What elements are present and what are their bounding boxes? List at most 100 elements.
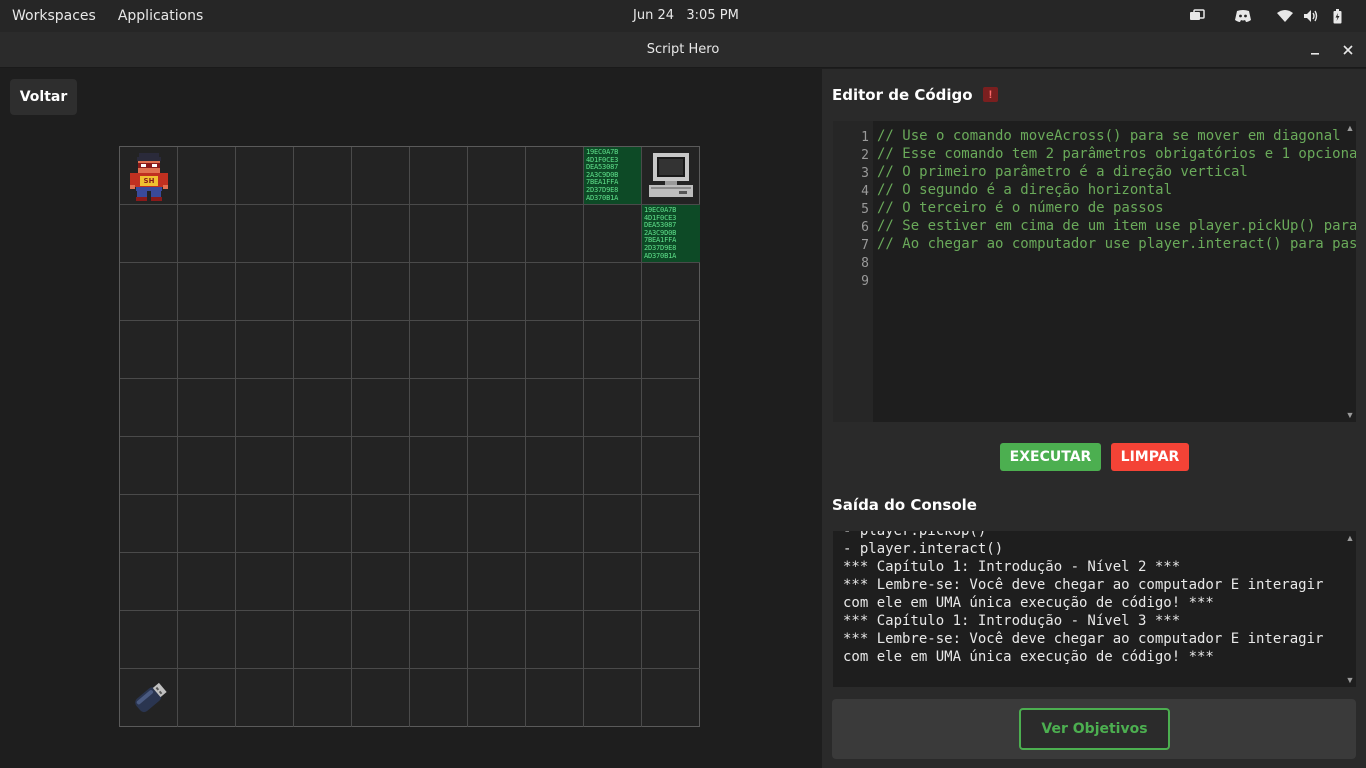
grid-cell: [526, 263, 584, 321]
grid-cell: [352, 147, 410, 205]
grid-cell: [642, 553, 700, 611]
grid-cell: [236, 437, 294, 495]
back-button[interactable]: Voltar: [10, 79, 77, 115]
wifi-icon[interactable]: [1272, 6, 1298, 26]
grid-cell: [178, 379, 236, 437]
screen-share-icon[interactable]: [1184, 6, 1210, 26]
grid-cell: [352, 205, 410, 263]
grid-cell: [178, 205, 236, 263]
line-number: 3: [861, 166, 869, 181]
grid-cell: [120, 437, 178, 495]
view-objectives-button[interactable]: Ver Objetivos: [1019, 708, 1170, 750]
grid-cell: [352, 553, 410, 611]
editor-title: Editor de Código: [832, 86, 973, 104]
grid-cell: [178, 263, 236, 321]
grid-cell: [526, 611, 584, 669]
grid-cell: [584, 321, 642, 379]
chevron-up-icon[interactable]: ▲: [1346, 123, 1355, 133]
grid-cell: [410, 205, 468, 263]
grid-cell: [294, 147, 352, 205]
editor-scrollbar[interactable]: ▲ ▼: [1344, 121, 1356, 422]
grid-cell: [236, 553, 294, 611]
grid-cell: [410, 263, 468, 321]
system-tray: [1184, 0, 1350, 32]
grid-cell: [120, 669, 178, 727]
code-line[interactable]: // Ao chegar ao computador use player.in…: [877, 235, 1356, 253]
console-line: *** Lembre-se: Você deve chegar ao compu…: [843, 631, 1332, 665]
console-line: *** Lembre-se: Você deve chegar ao compu…: [843, 577, 1332, 611]
grid-cell: [178, 495, 236, 553]
hero-icon: SH: [126, 151, 172, 203]
clock[interactable]: Jun 24 3:05 PM: [633, 8, 739, 23]
grid-cell: [584, 553, 642, 611]
grid-cell: SH: [120, 147, 178, 205]
grid-cell: [526, 495, 584, 553]
code-line[interactable]: // Use o comando moveAcross() para se mo…: [877, 127, 1356, 145]
grid-cell: [178, 437, 236, 495]
clear-button[interactable]: LIMPAR: [1111, 443, 1189, 471]
code-line[interactable]: [877, 271, 1356, 289]
line-numbers-gutter: 1 2 3 4 5 6 7 8 9: [833, 121, 873, 422]
applications-menu[interactable]: Applications: [107, 8, 215, 24]
grid-cell: [468, 437, 526, 495]
matrix-code-text: 19EC0A7B 4D1F0CE3 DEA53087 2A3C9D0B 7BEA…: [644, 207, 677, 260]
grid-cell: [642, 379, 700, 437]
line-number: 7: [861, 238, 869, 253]
chevron-up-icon[interactable]: ▲: [1346, 533, 1355, 543]
line-number: 9: [861, 274, 869, 289]
grid-cell: [294, 379, 352, 437]
grid-cell: [642, 437, 700, 495]
volume-icon[interactable]: [1298, 6, 1324, 26]
grid-cell: [642, 669, 700, 727]
close-icon[interactable]: [1338, 40, 1358, 60]
grid-cell: [410, 379, 468, 437]
console-line: - player.interact(): [843, 541, 1004, 557]
code-line[interactable]: [877, 253, 1356, 271]
grid-cell: [410, 147, 468, 205]
grid-cell: [120, 553, 178, 611]
grid-cell: [178, 669, 236, 727]
chevron-down-icon[interactable]: ▼: [1346, 675, 1355, 685]
grid-cell: [352, 669, 410, 727]
minimize-icon[interactable]: [1305, 40, 1325, 60]
grid-cell: [468, 147, 526, 205]
chevron-down-icon[interactable]: ▼: [1346, 410, 1355, 420]
window-title: Script Hero: [646, 42, 720, 57]
grid-cell: [410, 611, 468, 669]
code-line[interactable]: // O terceiro é o número de passos: [877, 199, 1356, 217]
execute-button[interactable]: EXECUTAR: [1000, 443, 1101, 471]
console-output[interactable]: - player.pickUp() - player.interact() *** …: [833, 531, 1356, 687]
code-line[interactable]: // O segundo é a direção horizontal: [877, 181, 1356, 199]
time-label: 3:05 PM: [686, 8, 739, 23]
code-line[interactable]: // O primeiro parâmetro é a direção vert…: [877, 163, 1356, 181]
line-number: 6: [861, 220, 869, 235]
alert-icon[interactable]: !: [983, 87, 998, 102]
console-scrollbar[interactable]: ▲ ▼: [1344, 531, 1356, 687]
grid-cell: [294, 437, 352, 495]
grid-cell: [410, 321, 468, 379]
grid-cell: [526, 205, 584, 263]
discord-icon[interactable]: [1230, 6, 1256, 26]
console-title: Saída do Console: [832, 496, 977, 514]
date-label: Jun 24: [633, 8, 674, 23]
console-line: - player.pickUp(): [843, 531, 987, 539]
grid-cell: [178, 611, 236, 669]
grid-cell: [294, 263, 352, 321]
grid-cell: [236, 147, 294, 205]
grid-cell: [642, 495, 700, 553]
grid-cell: [120, 205, 178, 263]
code-area[interactable]: // Use o comando moveAcross() para se mo…: [873, 121, 1356, 422]
grid-cell: [294, 553, 352, 611]
code-line[interactable]: // Se estiver em cima de um item use pla…: [877, 217, 1356, 235]
grid-cell: [178, 147, 236, 205]
code-line[interactable]: // Esse comando tem 2 parâmetros obrigat…: [877, 145, 1356, 163]
grid-cell: [468, 553, 526, 611]
grid-cell: [584, 495, 642, 553]
battery-icon[interactable]: [1324, 6, 1350, 26]
grid-cell: [352, 495, 410, 553]
workspaces-menu[interactable]: Workspaces: [0, 8, 107, 24]
grid-cell: [468, 321, 526, 379]
grid-cell: [410, 669, 468, 727]
grid-cell: [294, 495, 352, 553]
code-editor[interactable]: 1 2 3 4 5 6 7 8 9 // Use o comando moveAcross() …: [833, 121, 1356, 422]
